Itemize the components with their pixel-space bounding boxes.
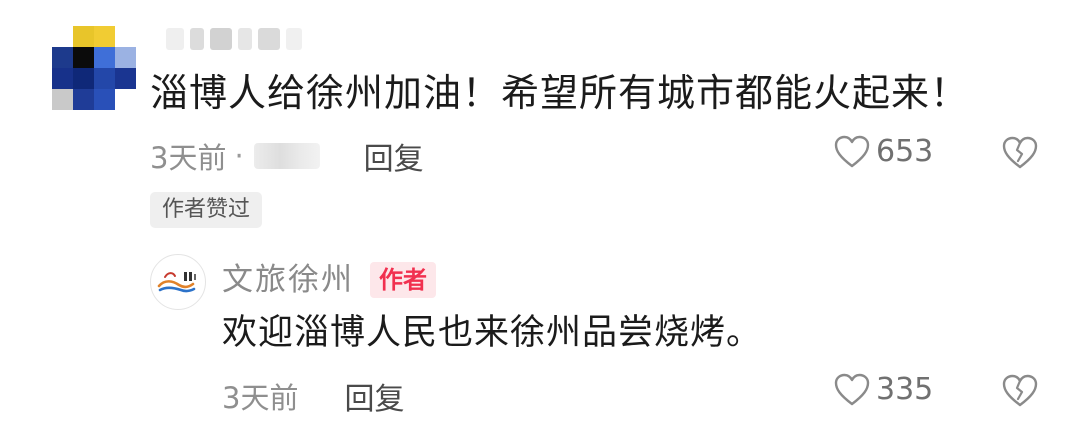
avatar-pixel xyxy=(52,89,73,110)
comment-text: 淄博人给徐州加油！希望所有城市都能火起来！ xyxy=(150,71,970,115)
avatar-pixel xyxy=(73,68,94,89)
avatar-pixel xyxy=(52,68,73,89)
reply-text: 欢迎淄博人民也来徐州品尝烧烤。 xyxy=(222,313,763,353)
reply-reply-button[interactable]: 回复 xyxy=(344,374,404,418)
avatar-pixel xyxy=(94,89,115,110)
meta-separator: · xyxy=(234,139,244,173)
avatar-pixel xyxy=(52,47,73,68)
avatar-pixel xyxy=(115,68,136,89)
reply-time: 3天前 xyxy=(222,381,299,415)
avatar-pixel xyxy=(73,47,94,68)
reply-username[interactable]: 文旅徐州 xyxy=(222,260,354,300)
avatar[interactable] xyxy=(52,26,136,110)
avatar-pixel xyxy=(73,26,94,47)
avatar-pixel xyxy=(94,47,115,68)
reply-button[interactable]: 回复 xyxy=(364,134,424,178)
wenlv-xuzhou-logo-icon xyxy=(152,256,204,308)
author-liked-tag: 作者赞过 xyxy=(150,192,263,228)
avatar-pixel xyxy=(52,26,73,47)
reply-like-button[interactable]: 335 xyxy=(834,372,933,407)
like-button[interactable]: 653 xyxy=(834,134,933,169)
avatar-pixel xyxy=(115,89,136,110)
avatar-pixel xyxy=(115,26,136,47)
avatar-pixel xyxy=(94,26,115,47)
avatar-pixel xyxy=(73,89,94,110)
reply-meta: 3天前 回复 xyxy=(222,374,404,418)
heart-outline-icon xyxy=(834,135,870,167)
broken-heart-outline-icon xyxy=(1002,374,1038,407)
location-redacted xyxy=(253,143,320,169)
reply-avatar[interactable] xyxy=(150,254,206,310)
author-badge: 作者 xyxy=(370,262,436,298)
heart-outline-icon xyxy=(834,373,870,405)
like-count: 653 xyxy=(876,134,934,169)
comment-meta: 3天前 · 回复 xyxy=(150,134,424,178)
comment-time: 3天前 xyxy=(150,141,227,175)
avatar-pixel xyxy=(94,68,115,89)
avatar-pixel xyxy=(115,47,136,68)
reply-dislike-button[interactable] xyxy=(1002,374,1038,412)
username-redacted[interactable] xyxy=(166,26,302,52)
broken-heart-outline-icon xyxy=(1002,136,1038,169)
dislike-button[interactable] xyxy=(1002,136,1038,174)
reply-like-count: 335 xyxy=(876,372,934,407)
